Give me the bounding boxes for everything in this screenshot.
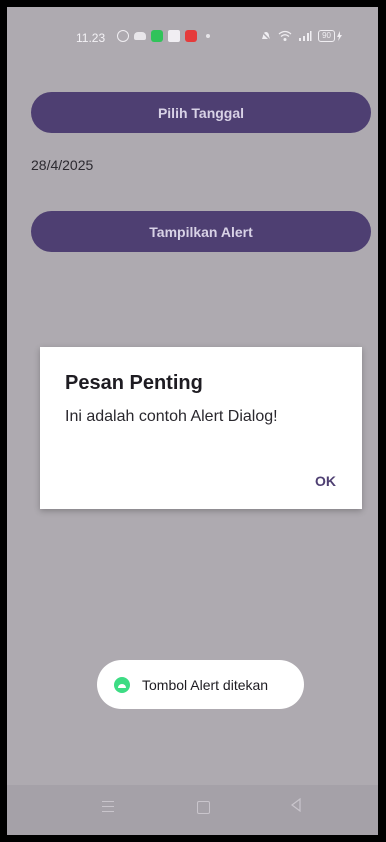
signal-icon <box>299 31 312 41</box>
dialog-message: Ini adalah contoh Alert Dialog! <box>65 408 278 425</box>
selected-date-text: 28/4/2025 <box>31 157 94 173</box>
android-app-icon <box>114 676 130 693</box>
notification-icons <box>117 30 210 42</box>
battery-icon: 90 <box>318 30 342 42</box>
toast-text: Tombol Alert ditekan <box>142 676 269 693</box>
status-bar: 11.23 90 <box>7 7 378 69</box>
red-app-icon <box>185 30 197 42</box>
pick-date-button[interactable]: Pilih Tanggal <box>31 92 371 133</box>
show-alert-button[interactable]: Tampilkan Alert <box>31 211 371 252</box>
alert-dialog: Pesan Penting Ini adalah contoh Alert Di… <box>40 347 362 509</box>
toast: Tombol Alert ditekan <box>97 660 304 709</box>
battery-level: 90 <box>318 30 335 42</box>
message-icon <box>168 30 180 42</box>
back-icon[interactable] <box>290 798 302 812</box>
status-time: 11.23 <box>76 31 106 45</box>
mute-icon <box>260 30 272 42</box>
dialog-title: Pesan Penting <box>65 372 203 394</box>
home-icon[interactable] <box>197 801 210 814</box>
charging-icon <box>337 31 342 41</box>
menu-icon[interactable] <box>102 801 114 816</box>
green-app-icon <box>151 30 163 42</box>
more-notifications-dot <box>206 34 210 38</box>
system-icons: 90 <box>260 30 342 42</box>
phone-screen: 11.23 90 Pilih Tanggal 28/4/2025 Tampilk… <box>0 0 386 842</box>
car-icon <box>134 32 146 40</box>
dialog-ok-button[interactable]: OK <box>315 473 336 489</box>
navigation-bar <box>7 785 378 835</box>
wifi-icon <box>278 30 292 41</box>
whatsapp-icon <box>117 30 129 42</box>
